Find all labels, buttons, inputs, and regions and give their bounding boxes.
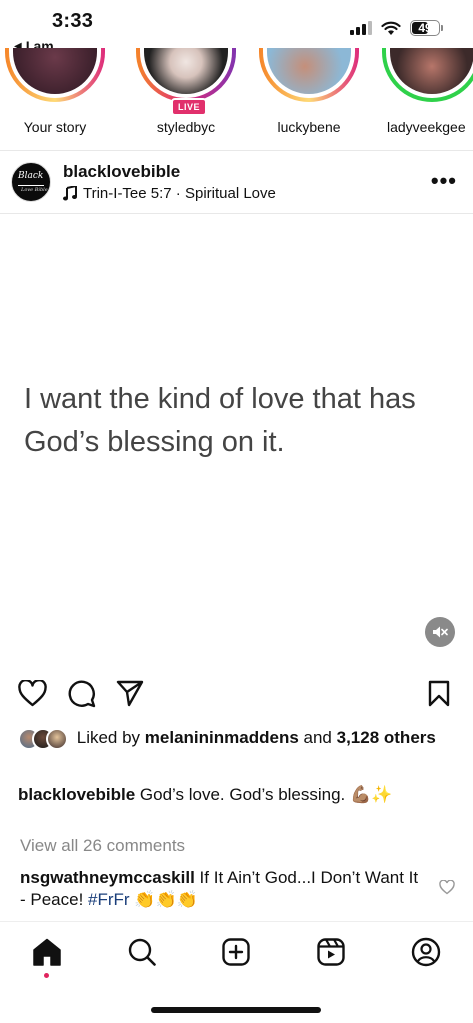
home-indicator[interactable] [151, 1007, 321, 1013]
heart-icon[interactable] [18, 680, 47, 707]
stories-divider [0, 150, 473, 151]
post-quote-text: I want the kind of love that has God’s b… [24, 383, 416, 458]
bottom-navigation [0, 921, 473, 1023]
battery-level: 49 [418, 21, 432, 35]
story-label: Your story [23, 119, 87, 135]
nav-reels[interactable] [315, 936, 347, 968]
story-avatar [144, 48, 228, 94]
avatar-logo-subtext: Love Bible [21, 187, 48, 193]
post-media[interactable]: I want the kind of love that has God’s b… [0, 214, 473, 664]
profile-icon [411, 937, 441, 967]
nav-profile[interactable] [410, 936, 442, 968]
likes-middle: and [303, 728, 332, 747]
more-options-button[interactable]: ••• [431, 168, 457, 194]
story-label: ladyveekgee [387, 119, 466, 135]
comment-like-heart-icon[interactable] [439, 880, 455, 895]
mute-icon [433, 626, 448, 638]
music-note-icon [63, 186, 77, 201]
search-icon [128, 938, 156, 966]
comment-username[interactable]: nsgwathneymccaskill [20, 868, 195, 887]
bookmark-icon[interactable] [428, 680, 450, 707]
likes-count[interactable]: 3,128 others [337, 728, 436, 747]
caption-username[interactable]: blacklovebible [18, 785, 135, 804]
create-icon [222, 938, 250, 966]
nav-home[interactable] [31, 936, 63, 968]
reels-icon [317, 938, 345, 966]
status-time: 3:33 [52, 10, 94, 32]
music-label: Trin-I-Tee 5:7 · Spiritual Love [83, 185, 276, 202]
post-caption: blacklovebible God’s love. God’s blessin… [18, 783, 458, 806]
story-avatar [390, 48, 473, 94]
wifi-icon [381, 21, 401, 35]
post-header: Black Love Bible blacklovebible Trin-I-T… [0, 160, 473, 210]
caption-text: God’s love. God’s blessing. 💪🏽✨ [139, 785, 393, 804]
comment-hashtag[interactable]: #FrFr [88, 890, 130, 909]
post-music-link[interactable]: Trin-I-Tee 5:7 · Spiritual Love [63, 185, 276, 202]
post-author-avatar[interactable]: Black Love Bible [11, 162, 51, 202]
mute-toggle-button[interactable] [425, 617, 455, 647]
nav-create[interactable] [220, 936, 252, 968]
liker-avatars [18, 727, 68, 750]
share-icon[interactable] [116, 680, 144, 707]
cellular-signal-icon [350, 21, 372, 35]
stories-tray: Your story LIVE styledbyc luckybene lady… [0, 48, 473, 148]
story-label: luckybene [277, 119, 341, 135]
post-username[interactable]: blacklovebible [63, 162, 180, 182]
home-icon [33, 938, 61, 966]
story-avatar [267, 48, 351, 94]
live-badge: LIVE [171, 98, 208, 116]
view-all-comments-link[interactable]: View all 26 comments [20, 836, 185, 856]
nav-search[interactable] [126, 936, 158, 968]
post-actions [0, 680, 473, 710]
story-label: styledbyc [156, 119, 216, 135]
status-icons: 49 [350, 20, 443, 36]
comment-icon[interactable] [68, 680, 96, 708]
avatar-logo-text: Black [18, 171, 44, 181]
likes-summary[interactable]: Liked by melanininmaddens and 3,128 othe… [18, 727, 458, 750]
comment-preview: nsgwathneymccaskill If It Ain’t God...I … [20, 867, 420, 911]
comment-emoji: 👏👏👏 [134, 890, 198, 909]
likes-prefix: Liked by [76, 728, 141, 747]
battery-icon: 49 [410, 20, 440, 36]
story-avatar [13, 48, 97, 94]
notification-dot [44, 973, 49, 978]
likes-user[interactable]: melanininmaddens [145, 728, 299, 747]
